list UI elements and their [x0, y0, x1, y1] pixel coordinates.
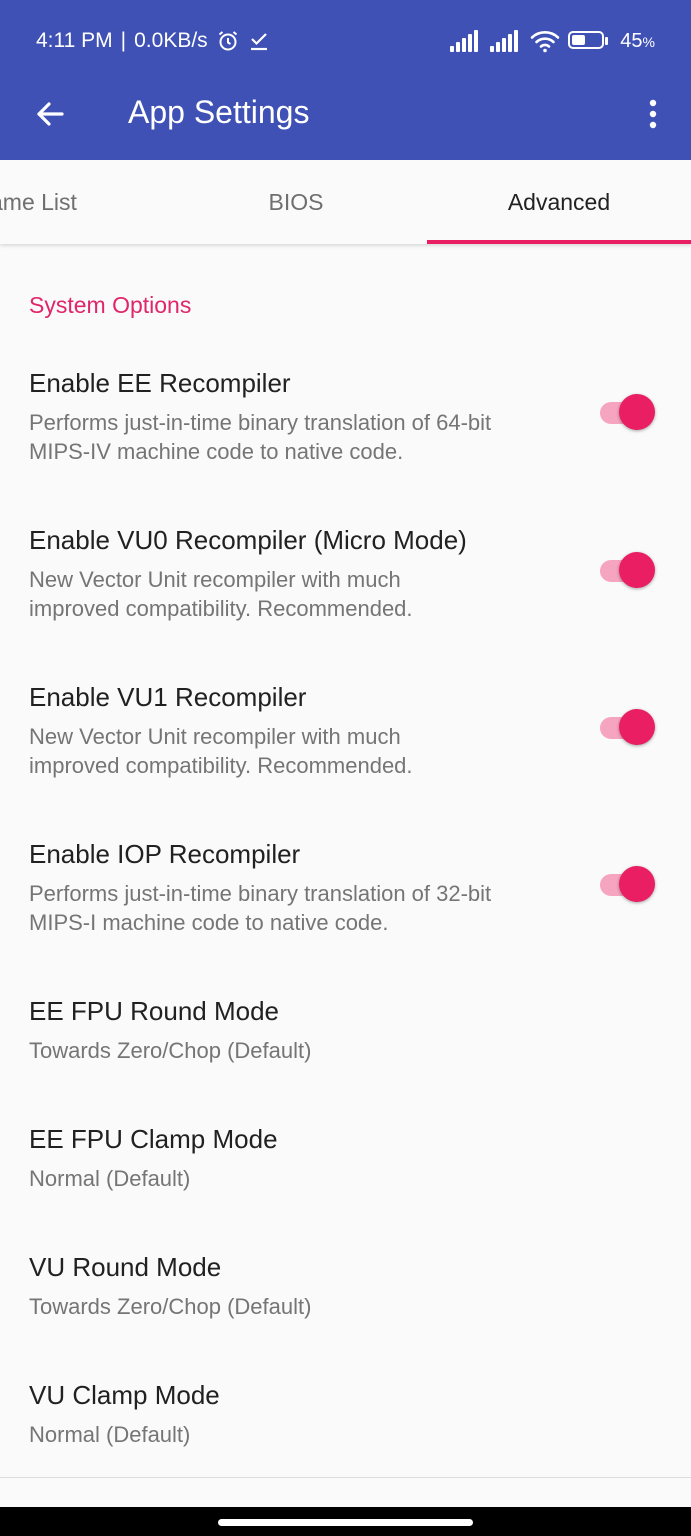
pref-vu-clamp-mode[interactable]: VU Clamp Mode Normal (Default)	[0, 1380, 691, 1470]
navigation-bar	[0, 1507, 691, 1536]
section-header: System Options	[29, 292, 192, 318]
back-button[interactable]	[24, 88, 76, 140]
pref-title: VU Round Mode	[29, 1252, 222, 1282]
pref-summary: Normal (Default)	[29, 1422, 191, 1447]
switch-thumb	[619, 394, 655, 430]
pref-ee-fpu-clamp-mode[interactable]: EE FPU Clamp Mode Normal (Default)	[0, 1124, 691, 1214]
signal-icon	[490, 30, 522, 52]
tab-bar: ame List BIOS Advanced	[0, 160, 691, 244]
check-download-icon	[248, 30, 270, 52]
switch-thumb	[619, 552, 655, 588]
gesture-handle[interactable]	[218, 1519, 473, 1526]
battery-icon	[568, 30, 612, 52]
more-vert-icon	[649, 99, 657, 129]
tab-bios[interactable]: BIOS	[164, 160, 428, 244]
active-tab-indicator	[427, 240, 691, 244]
pref-summary: Performs just-in-time binary translation…	[29, 881, 492, 935]
battery-percent: 45%	[620, 29, 655, 52]
pref-summary: Performs just-in-time binary translation…	[29, 410, 492, 464]
pref-summary: New Vector Unit recompiler with much imp…	[29, 724, 413, 778]
pref-enable-vu0-recompiler[interactable]: Enable VU0 Recompiler (Micro Mode) New V…	[0, 525, 691, 645]
tab-label: ame List	[0, 188, 77, 215]
wifi-icon	[530, 29, 560, 53]
status-separator: |	[120, 29, 127, 52]
overflow-menu-button[interactable]	[631, 88, 675, 140]
ee-recompiler-switch[interactable]	[598, 394, 658, 432]
status-network-speed: 0.0KB/s	[134, 29, 208, 52]
tab-label: Advanced	[507, 188, 611, 215]
signal-icon	[450, 30, 482, 52]
pref-title: Enable EE Recompiler	[29, 368, 291, 398]
app-settings-screen: 4:11 PM | 0.0KB/s 45% App Settings me Li…	[0, 0, 691, 1536]
pref-title: VU Clamp Mode	[29, 1380, 220, 1410]
pref-vu-round-mode[interactable]: VU Round Mode Towards Zero/Chop (Default…	[0, 1252, 691, 1342]
pref-title: EE FPU Clamp Mode	[29, 1124, 278, 1154]
alarm-icon	[216, 29, 240, 53]
pref-summary: Towards Zero/Chop (Default)	[29, 1294, 312, 1319]
iop-recompiler-switch[interactable]	[598, 866, 658, 904]
tab-advanced[interactable]: Advanced	[427, 160, 691, 244]
status-bar: 4:11 PM | 0.0KB/s 45%	[0, 0, 691, 80]
status-time: 4:11 PM	[36, 29, 113, 52]
pref-title: EE FPU Round Mode	[29, 996, 280, 1026]
tab-label: BIOS	[268, 188, 324, 215]
pref-summary: New Vector Unit recompiler with much imp…	[29, 567, 413, 621]
pref-title: Enable VU0 Recompiler (Micro Mode)	[29, 525, 467, 555]
switch-thumb	[619, 866, 655, 902]
vu0-recompiler-switch[interactable]	[598, 552, 658, 590]
vu1-recompiler-switch[interactable]	[598, 709, 658, 747]
pref-title: Enable IOP Recompiler	[29, 839, 301, 869]
tab-game-list[interactable]: ame List	[0, 160, 100, 244]
pref-enable-vu1-recompiler[interactable]: Enable VU1 Recompiler New Vector Unit re…	[0, 682, 691, 802]
pref-enable-iop-recompiler[interactable]: Enable IOP Recompiler Performs just-in-t…	[0, 839, 691, 959]
pref-ee-fpu-round-mode[interactable]: EE FPU Round Mode Towards Zero/Chop (Def…	[0, 996, 691, 1086]
battery-level	[572, 35, 586, 45]
app-title: App Settings	[128, 94, 310, 130]
toolbar: App Settings	[0, 80, 691, 160]
list-divider	[0, 1477, 691, 1478]
status-left: 4:11 PM | 0.0KB/s	[36, 24, 270, 58]
pref-enable-ee-recompiler[interactable]: Enable EE Recompiler Performs just-in-ti…	[0, 368, 691, 488]
switch-thumb	[619, 709, 655, 745]
pref-summary: Normal (Default)	[29, 1166, 191, 1191]
status-right: 45%	[450, 24, 655, 58]
arrow-left-icon	[37, 102, 64, 126]
pref-summary: Towards Zero/Chop (Default)	[29, 1038, 312, 1063]
app-bar: 4:11 PM | 0.0KB/s 45% App Settings	[0, 0, 691, 160]
pref-title: Enable VU1 Recompiler	[29, 682, 307, 712]
